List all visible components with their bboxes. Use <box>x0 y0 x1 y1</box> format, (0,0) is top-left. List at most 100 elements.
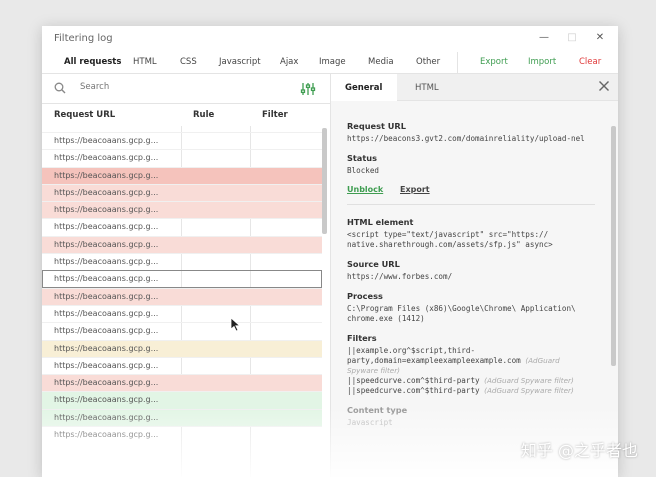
details-actions: Unblock Export <box>347 185 595 194</box>
title-bar: Filtering log — □ ✕ <box>42 26 618 52</box>
row-url: https://beacoaans.gcp.g... <box>54 308 159 318</box>
process-value: C:\Program Files (x86)\Google\Chrome\ Ap… <box>347 304 595 324</box>
request-rows: https://beacoaans.gcp.g... https://beacoa… <box>42 132 322 443</box>
status-label: Status <box>347 153 377 163</box>
search-bar <box>42 74 330 104</box>
row-url: https://beacoaans.gcp.g... <box>54 326 159 336</box>
html-element-line: <script type="text/javascript" src="http… <box>347 230 549 239</box>
search-input[interactable] <box>80 82 280 92</box>
filters-label: Filters <box>347 333 377 343</box>
maximize-icon[interactable]: □ <box>566 32 578 44</box>
unblock-link[interactable]: Unblock <box>347 185 383 194</box>
minimize-icon[interactable]: — <box>538 32 550 44</box>
filtering-log-window: Filtering log — □ ✕ All requests HTML CS… <box>42 26 618 477</box>
tab-image[interactable]: Image <box>319 57 346 67</box>
import-button[interactable]: Import <box>528 57 556 67</box>
filter-rule: party,domain=exampleexampleexample.com <box>347 356 521 365</box>
clear-button[interactable]: Clear <box>579 57 601 67</box>
row-url: https://beacoaans.gcp.g... <box>54 274 159 284</box>
row-url: https://beacoaans.gcp.g... <box>54 395 159 405</box>
tab-media[interactable]: Media <box>368 57 394 67</box>
html-element-value: <script type="text/javascript" src="http… <box>347 230 595 250</box>
table-row[interactable]: https://beacoaans.gcp.g... <box>42 339 322 357</box>
filter-source-note: (AdGuard <box>525 356 560 365</box>
tab-divider <box>457 52 458 74</box>
table-row[interactable]: https://beacoaans.gcp.g... <box>42 253 322 270</box>
html-element-label: HTML element <box>347 217 414 227</box>
tab-general[interactable]: General <box>331 74 397 101</box>
html-element-line: native.sharethrough.com/assets/sfp.js" a… <box>347 240 553 249</box>
table-row[interactable]: https://beacoaans.gcp.g... <box>42 322 322 339</box>
filter-rule: ||speedcurve.com^$third-party <box>347 386 480 395</box>
column-header-rule[interactable]: Rule <box>193 110 214 120</box>
column-headers: Request URL Rule Filter <box>42 104 322 126</box>
close-details-icon[interactable] <box>598 80 610 92</box>
table-row[interactable]: https://beacoaans.gcp.g... <box>42 201 322 219</box>
divider <box>347 204 595 205</box>
table-row[interactable]: https://beacoaans.gcp.g... <box>42 149 322 166</box>
source-url-label: Source URL <box>347 259 400 269</box>
search-icon <box>54 82 66 94</box>
status-value: Blocked <box>347 166 380 175</box>
table-row[interactable]: https://beacoaans.gcp.g... <box>42 287 322 305</box>
row-url: https://beacoaans.gcp.g... <box>54 430 159 440</box>
table-row[interactable]: https://beacoaans.gcp.g... <box>42 218 322 235</box>
content-type-label: Content type <box>347 405 408 415</box>
tab-css[interactable]: CSS <box>180 57 197 67</box>
export-button[interactable]: Export <box>480 57 508 67</box>
table-row[interactable]: https://beacoaans.gcp.g... <box>42 391 322 409</box>
filter-line: ||example.org^$script,third- <box>347 346 476 355</box>
export-link[interactable]: Export <box>400 185 430 194</box>
row-url: https://beacoaans.gcp.g... <box>54 291 159 301</box>
filter-source-note: (AdGuard Spyware filter) <box>484 386 574 395</box>
filter-line: ||speedcurve.com^$third-party (AdGuard S… <box>347 376 595 386</box>
details-scrollbar[interactable] <box>611 126 616 366</box>
mouse-cursor-icon <box>230 317 241 332</box>
row-url: https://beacoaans.gcp.g... <box>54 222 159 232</box>
process-label: Process <box>347 291 383 301</box>
table-row[interactable]: https://beacoaans.gcp.g... <box>42 408 322 427</box>
filters-value: ||example.org^$script,third- party,domai… <box>347 346 595 396</box>
table-row[interactable]: https://beacoaans.gcp.g... <box>42 304 322 322</box>
request-type-tabs: All requests HTML CSS Javascript Ajax Im… <box>42 52 618 74</box>
tab-javascript[interactable]: Javascript <box>219 57 261 67</box>
watermark: 知乎 @之乎者也 <box>520 441 638 460</box>
request-url-value: https://beacons3.gvt2.com/domainrelialit… <box>347 134 585 143</box>
row-url: https://beacoaans.gcp.g... <box>54 378 159 388</box>
table-row[interactable]: https://beacoaans.gcp.g... <box>42 235 322 254</box>
row-url: https://beacoaans.gcp.g... <box>54 239 159 249</box>
row-url: https://beacoaans.gcp.g... <box>54 153 159 163</box>
table-row[interactable]: https://beacoaans.gcp.g... <box>42 356 322 374</box>
table-row[interactable]: https://beacoaans.gcp.g... <box>42 183 322 202</box>
row-url: https://beacoaans.gcp.g... <box>54 170 159 180</box>
filter-line: party,domain=exampleexampleexample.com (… <box>347 356 595 366</box>
tab-ajax[interactable]: Ajax <box>280 57 298 67</box>
table-row[interactable]: https://beacoaans.gcp.g... <box>42 132 322 149</box>
process-line: chrome.exe (1412) <box>347 314 425 323</box>
request-list-panel: Request URL Rule Filter https://beacoaan… <box>42 74 330 477</box>
table-row[interactable]: https://beacoaans.gcp.g... <box>42 426 322 443</box>
source-url-value: https://www.forbes.com/ <box>347 272 453 281</box>
tab-details-html[interactable]: HTML <box>401 74 453 101</box>
column-header-filter[interactable]: Filter <box>262 110 288 120</box>
request-url-label: Request URL <box>347 121 406 131</box>
column-header-url[interactable]: Request URL <box>54 110 115 120</box>
filter-source-note: Spyware filter) <box>347 366 400 375</box>
tab-html[interactable]: HTML <box>133 57 157 67</box>
list-scrollbar[interactable] <box>322 128 327 234</box>
filter-settings-icon[interactable] <box>300 81 316 97</box>
filter-line: ||speedcurve.com^$third-party (AdGuard S… <box>347 386 595 396</box>
row-url: https://beacoaans.gcp.g... <box>54 412 159 422</box>
table-row[interactable]: https://beacoaans.gcp.g... <box>42 374 322 392</box>
row-url: https://beacoaans.gcp.g... <box>54 136 159 145</box>
details-tabs: General HTML <box>331 74 618 101</box>
tab-other[interactable]: Other <box>416 57 440 67</box>
tab-all-requests[interactable]: All requests <box>64 57 121 67</box>
table-row[interactable]: https://beacoaans.gcp.g... <box>42 270 322 288</box>
row-url: https://beacoaans.gcp.g... <box>54 205 159 215</box>
table-row[interactable]: https://beacoaans.gcp.g... <box>42 166 322 184</box>
row-url: https://beacoaans.gcp.g... <box>54 187 159 197</box>
close-icon[interactable]: ✕ <box>594 32 606 44</box>
row-url: https://beacoaans.gcp.g... <box>54 343 159 353</box>
window-title: Filtering log <box>54 33 113 44</box>
